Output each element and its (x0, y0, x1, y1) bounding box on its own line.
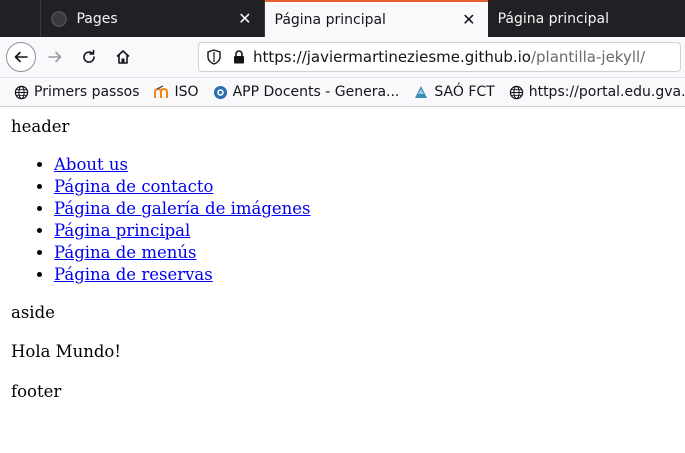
link-reservas[interactable]: Página de reservas (54, 265, 213, 284)
link-galeria[interactable]: Página de galería de imágenes (54, 199, 311, 218)
bookmark-primers-passos[interactable]: Primers passos (14, 84, 140, 100)
globe-icon (14, 85, 29, 100)
moodle-icon (153, 85, 170, 99)
bookmark-iso[interactable]: ISO (153, 84, 199, 100)
bookmark-portal-edu-gva[interactable]: https://portal.edu.gva... (509, 84, 685, 100)
back-button[interactable] (6, 42, 36, 72)
globe-icon (509, 85, 524, 100)
arrow-right-icon (48, 51, 62, 63)
tab-strip-left-edge (0, 0, 42, 37)
page-footer: footer (11, 382, 62, 401)
bookmark-label: https://portal.edu.gva... (528, 84, 685, 100)
navigation-toolbar: https://javiermartineziesme.github.io/pl… (0, 37, 685, 78)
bookmark-label: APP Docents - Genera... (232, 84, 400, 100)
list-item: Página de reservas (54, 264, 685, 286)
close-tab-icon[interactable]: ✕ (238, 10, 251, 27)
nav-link-list: About us Página de contacto Página de ga… (11, 154, 685, 286)
lock-icon[interactable] (233, 50, 245, 64)
close-tab-icon[interactable]: ✕ (462, 11, 475, 28)
bookmark-label: SAÓ FCT (434, 84, 495, 100)
page-content: header About us Página de contacto Págin… (0, 116, 685, 403)
page-aside: aside (11, 303, 55, 322)
link-about-us[interactable]: About us (54, 155, 128, 174)
gva-icon (213, 85, 228, 100)
list-item: Página de menús (54, 242, 685, 264)
arrow-left-icon (14, 51, 28, 63)
link-contacto[interactable]: Página de contacto (54, 177, 213, 196)
page-header: header (11, 117, 70, 136)
list-item: Página principal (54, 220, 685, 242)
address-bar[interactable]: https://javiermartineziesme.github.io/pl… (198, 42, 681, 72)
reload-icon (83, 49, 95, 63)
tab-title: Página principal (497, 10, 609, 27)
tracking-protection-shield-icon[interactable] (207, 49, 221, 65)
url-path: /plantilla-jekyll/ (530, 48, 646, 66)
sao-icon (413, 84, 429, 100)
tab-pagina-principal-active[interactable]: Página principal ✕ (264, 0, 488, 37)
bookmark-app-docents[interactable]: APP Docents - Genera... (213, 84, 400, 100)
url-text: https://javiermartineziesme.github.io/pl… (253, 48, 645, 66)
link-menus[interactable]: Página de menús (54, 243, 196, 262)
tab-pages[interactable]: Pages ✕ (41, 0, 265, 37)
tab-pagina-principal[interactable]: Página principal (488, 0, 685, 37)
tab-title: Página principal (274, 11, 386, 28)
home-button[interactable] (108, 42, 138, 72)
tab-title: Pages (76, 10, 118, 27)
github-icon (51, 10, 68, 27)
bookmarks-toolbar: Primers passos ISO APP Docents - Genera.… (0, 78, 685, 107)
main-content-text: Hola Mundo! (11, 342, 121, 361)
reload-button[interactable] (74, 42, 104, 72)
tab-strip: Pages ✕ Página principal ✕ Página princi… (0, 0, 685, 37)
bookmark-label: ISO (174, 84, 199, 100)
forward-button[interactable] (40, 42, 70, 72)
list-item: Página de galería de imágenes (54, 198, 685, 220)
url-domain: https://javiermartineziesme.github.io (253, 48, 531, 66)
bookmark-sao-fct[interactable]: SAÓ FCT (413, 84, 495, 100)
home-icon (116, 50, 130, 64)
list-item: About us (54, 154, 685, 176)
list-item: Página de contacto (54, 176, 685, 198)
link-principal[interactable]: Página principal (54, 221, 190, 240)
bookmark-label: Primers passos (34, 84, 140, 100)
